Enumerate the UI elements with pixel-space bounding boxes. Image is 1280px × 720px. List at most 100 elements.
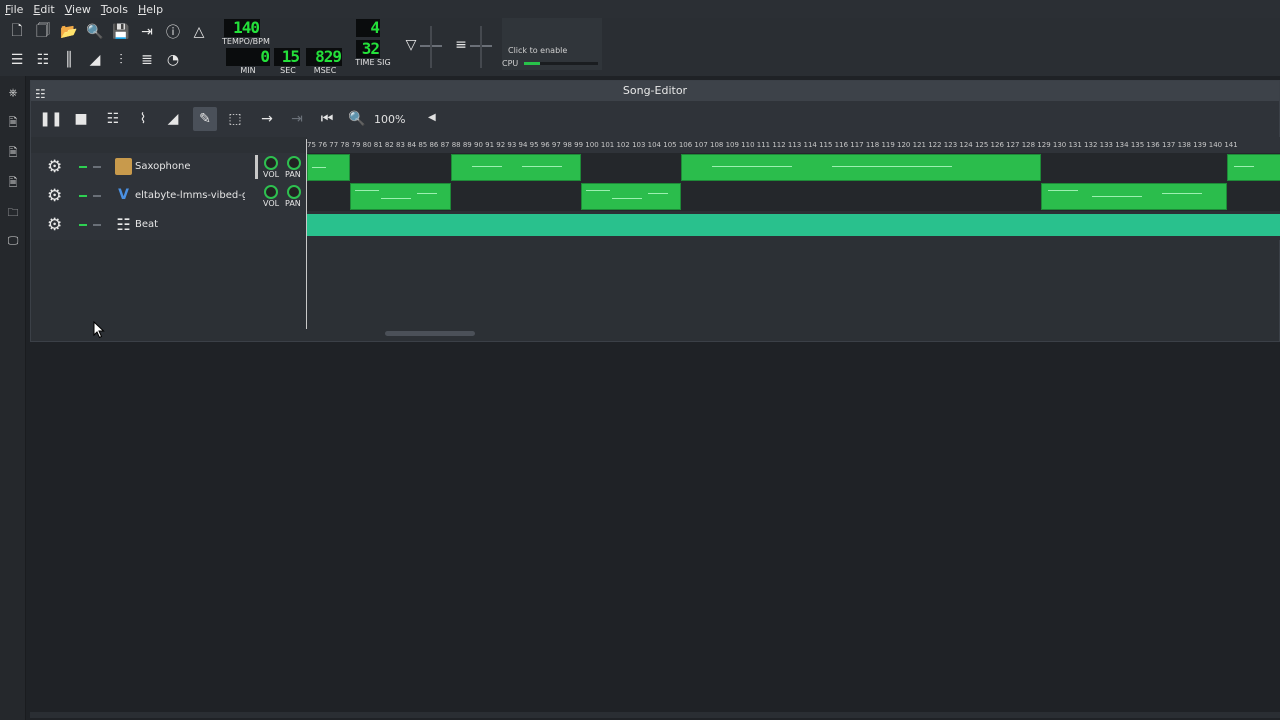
min-label: MIN bbox=[240, 66, 256, 75]
pan-knob[interactable] bbox=[287, 156, 301, 170]
my-samples-icon[interactable]: 🗎 bbox=[6, 146, 20, 160]
my-projects-icon[interactable]: 🗎 bbox=[6, 116, 20, 130]
metronome-icon[interactable]: △ bbox=[188, 21, 210, 43]
pattern-clip[interactable] bbox=[1227, 154, 1280, 181]
pan-label: PAN bbox=[285, 199, 301, 208]
menu-tools[interactable]: Tools bbox=[96, 3, 133, 16]
add-beat-track-icon[interactable]: ☷ bbox=[101, 107, 125, 131]
loop-points-icon[interactable]: ⇥ bbox=[285, 107, 309, 131]
volume-knob[interactable] bbox=[264, 185, 278, 199]
playhead-line[interactable] bbox=[306, 139, 307, 329]
menubar: File Edit View Tools Help bbox=[0, 0, 1280, 18]
saxophone-icon bbox=[115, 158, 132, 175]
tempo-display[interactable]: 140 bbox=[224, 19, 260, 37]
pattern-clip[interactable] bbox=[581, 183, 681, 210]
export-icon[interactable]: ⇥ bbox=[136, 21, 158, 43]
zoom-dropdown-arrow-icon[interactable]: ◀ bbox=[428, 112, 436, 123]
msec-label: MSEC bbox=[313, 66, 337, 75]
menu-edit[interactable]: Edit bbox=[28, 3, 59, 16]
beat-pattern-clip[interactable] bbox=[307, 214, 1280, 236]
workspace-scrollbar[interactable] bbox=[30, 712, 1280, 718]
track-lane[interactable] bbox=[307, 182, 1280, 211]
song-editor-title: Song-Editor bbox=[622, 84, 688, 97]
main-toolbar: 🗋 🗍 📂 🔍 💾 ⇥ ⓘ △ ☰ ☷ ║ ◢ ⫶ ≣ ◔ 140 TEMPO/… bbox=[0, 18, 1280, 76]
my-home-icon[interactable]: 🗀 bbox=[6, 206, 20, 220]
zoom-icon: 🔍 bbox=[348, 111, 366, 127]
cpu-meter-fill bbox=[524, 62, 541, 65]
stop-icon[interactable]: ■ bbox=[69, 107, 93, 131]
pause-icon[interactable]: ❚❚ bbox=[39, 107, 63, 131]
mute-button[interactable] bbox=[79, 166, 87, 168]
beat-editor-icon[interactable]: ☷ bbox=[32, 49, 54, 71]
recent-projects-icon[interactable]: 🔍 bbox=[84, 21, 106, 43]
add-sample-track-icon[interactable]: ⌇ bbox=[131, 107, 155, 131]
add-automation-track-icon[interactable]: ◢ bbox=[161, 107, 185, 131]
master-volume-track bbox=[430, 26, 432, 68]
cpu-load-widget[interactable]: Click to enable CPU bbox=[502, 18, 602, 70]
vol-label: VOL bbox=[263, 199, 280, 208]
pattern-clip[interactable] bbox=[307, 154, 350, 181]
menu-view[interactable]: View bbox=[60, 3, 96, 16]
solo-button[interactable] bbox=[93, 195, 101, 197]
mixer-icon[interactable]: ⫶ bbox=[110, 49, 132, 71]
horizontal-scrollbar[interactable] bbox=[385, 331, 475, 336]
pattern-clip[interactable] bbox=[451, 154, 581, 181]
song-editor-toolbar: ❚❚ ■ ☷ ⌇ ◢ ✎ ⬚ → ⇥ ⏮ 🔍 100% ◀ bbox=[31, 103, 1279, 135]
timesig-denominator[interactable]: 32 bbox=[356, 40, 380, 58]
automation-editor-icon[interactable]: ◢ bbox=[84, 49, 106, 71]
song-editor-titlebar[interactable]: ☷ Song-Editor bbox=[31, 81, 1279, 101]
mute-button[interactable] bbox=[79, 224, 87, 226]
instrument-plugins-icon[interactable]: ⎈ bbox=[6, 86, 20, 100]
vibed-icon: V bbox=[118, 187, 129, 203]
zoom-combo[interactable]: 100% bbox=[374, 113, 405, 126]
sec-label: SEC bbox=[280, 66, 296, 75]
track-activity-indicator bbox=[255, 155, 258, 179]
controller-rack-icon[interactable]: ◔ bbox=[162, 49, 184, 71]
track-gear-icon[interactable]: ⚙ bbox=[47, 157, 62, 177]
pattern-clip[interactable] bbox=[681, 154, 1041, 181]
master-pitch-track bbox=[480, 26, 482, 68]
select-mode-icon[interactable]: ⬚ bbox=[223, 107, 247, 131]
time-min-display: 0 bbox=[226, 48, 270, 66]
track-lane[interactable] bbox=[307, 153, 1280, 182]
track-gear-icon[interactable]: ⚙ bbox=[47, 215, 62, 235]
my-presets-icon[interactable]: 🗎 bbox=[6, 176, 20, 190]
pattern-clip[interactable] bbox=[1041, 183, 1227, 210]
root-directory-icon[interactable]: 🖵 bbox=[6, 234, 20, 248]
return-to-start-icon[interactable]: ⏮ bbox=[315, 107, 339, 131]
track-lane[interactable] bbox=[307, 211, 1280, 240]
info-icon[interactable]: ⓘ bbox=[162, 21, 184, 43]
cpu-meter bbox=[524, 62, 598, 65]
track-name[interactable]: eltabyte-lmms-vibed-g... bbox=[135, 190, 245, 201]
menu-file[interactable]: File bbox=[0, 3, 28, 16]
volume-knob[interactable] bbox=[264, 156, 278, 170]
mute-button[interactable] bbox=[79, 195, 87, 197]
piano-roll-icon[interactable]: ║ bbox=[58, 49, 80, 71]
solo-button[interactable] bbox=[93, 166, 101, 168]
track-vibed: ⚙ V eltabyte-lmms-vibed-g... VOL PAN bbox=[31, 182, 1280, 211]
open-project-icon[interactable]: 📂 bbox=[58, 21, 80, 43]
track-header: ⚙ ☷ Beat bbox=[31, 211, 307, 240]
master-volume-icon: ▽ bbox=[405, 37, 417, 53]
pan-knob[interactable] bbox=[287, 185, 301, 199]
new-from-template-icon[interactable]: 🗍 bbox=[32, 21, 54, 43]
timesig-numerator[interactable]: 4 bbox=[356, 19, 380, 37]
time-msec-display: 829 bbox=[306, 48, 342, 66]
song-editor-window-icon: ☷ bbox=[35, 87, 46, 101]
menu-help[interactable]: Help bbox=[133, 3, 168, 16]
track-gear-icon[interactable]: ⚙ bbox=[47, 186, 62, 206]
track-name[interactable]: Beat bbox=[135, 219, 245, 230]
save-icon[interactable]: 💾 bbox=[110, 21, 132, 43]
song-editor-icon[interactable]: ☰ bbox=[6, 49, 28, 71]
solo-button[interactable] bbox=[93, 224, 101, 226]
timeline-ruler[interactable]: 75 76 77 78 79 80 81 82 83 84 85 86 87 8… bbox=[307, 137, 1280, 153]
project-notes-icon[interactable]: ≣ bbox=[136, 49, 158, 71]
side-bar: ⎈ 🗎 🗎 🗎 🗀 🖵 bbox=[0, 76, 26, 720]
track-name[interactable]: Saxophone bbox=[135, 161, 245, 172]
pattern-clip[interactable] bbox=[350, 183, 451, 210]
song-editor-window: ☷ Song-Editor ❚❚ ■ ☷ ⌇ ◢ ✎ ⬚ → ⇥ ⏮ 🔍 100… bbox=[30, 80, 1280, 342]
cpu-label: CPU bbox=[502, 59, 519, 68]
draw-mode-icon[interactable]: ✎ bbox=[193, 107, 217, 131]
new-project-icon[interactable]: 🗋 bbox=[6, 21, 28, 43]
auto-scroll-icon[interactable]: → bbox=[255, 107, 279, 131]
